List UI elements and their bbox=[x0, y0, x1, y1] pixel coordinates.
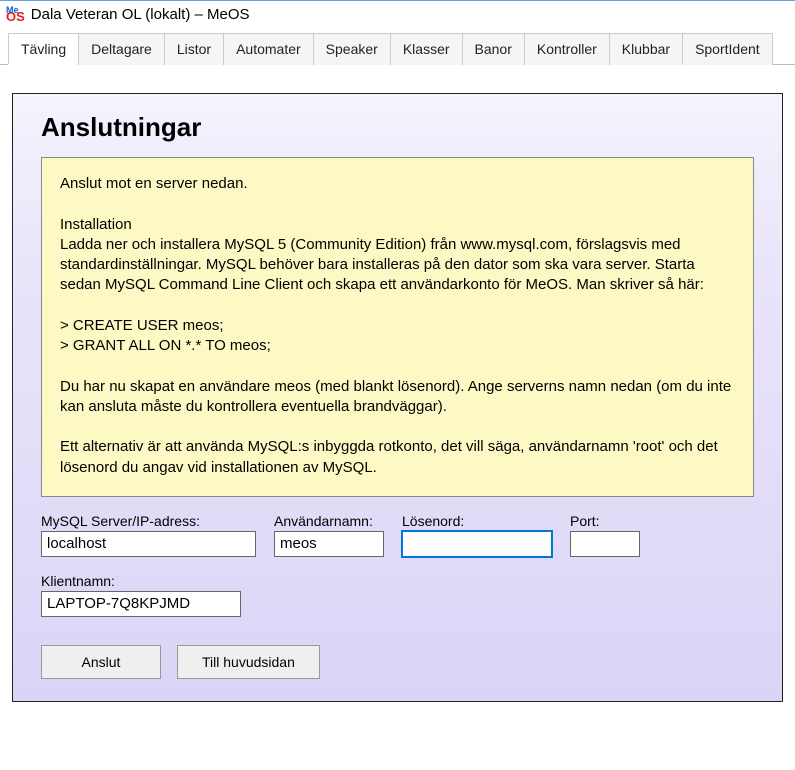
password-input[interactable] bbox=[402, 531, 552, 557]
app-icon: MeOS bbox=[6, 8, 25, 21]
connect-button[interactable]: Anslut bbox=[41, 645, 161, 679]
server-input[interactable] bbox=[41, 531, 256, 557]
server-label: MySQL Server/IP-adress: bbox=[41, 513, 256, 529]
client-input[interactable] bbox=[41, 591, 241, 617]
user-label: Användarnamn: bbox=[274, 513, 384, 529]
port-input[interactable] bbox=[570, 531, 640, 557]
client-label: Klientnamn: bbox=[41, 573, 241, 589]
tab-klubbar[interactable]: Klubbar bbox=[609, 33, 683, 65]
tab-sportident[interactable]: SportIdent bbox=[682, 33, 773, 65]
password-label: Lösenord: bbox=[402, 513, 552, 529]
connections-panel: Anslutningar Anslut mot en server nedan.… bbox=[12, 93, 783, 702]
user-input[interactable] bbox=[274, 531, 384, 557]
info-box: Anslut mot en server nedan. Installation… bbox=[41, 157, 754, 497]
tab-kontroller[interactable]: Kontroller bbox=[524, 33, 610, 65]
port-label: Port: bbox=[570, 513, 640, 529]
window-titlebar: MeOS Dala Veteran OL (lokalt) – MeOS bbox=[0, 0, 795, 28]
page-heading: Anslutningar bbox=[41, 112, 754, 143]
tab-bar: Tävling Deltagare Listor Automater Speak… bbox=[0, 32, 795, 65]
window-title: Dala Veteran OL (lokalt) – MeOS bbox=[31, 6, 250, 23]
tab-klasser[interactable]: Klasser bbox=[390, 33, 463, 65]
tab-speaker[interactable]: Speaker bbox=[313, 33, 391, 65]
tab-automater[interactable]: Automater bbox=[223, 33, 314, 65]
main-page-button[interactable]: Till huvudsidan bbox=[177, 645, 320, 679]
tab-listor[interactable]: Listor bbox=[164, 33, 224, 65]
tab-deltagare[interactable]: Deltagare bbox=[78, 33, 165, 65]
tab-tavling[interactable]: Tävling bbox=[8, 33, 79, 65]
tab-banor[interactable]: Banor bbox=[462, 33, 525, 65]
